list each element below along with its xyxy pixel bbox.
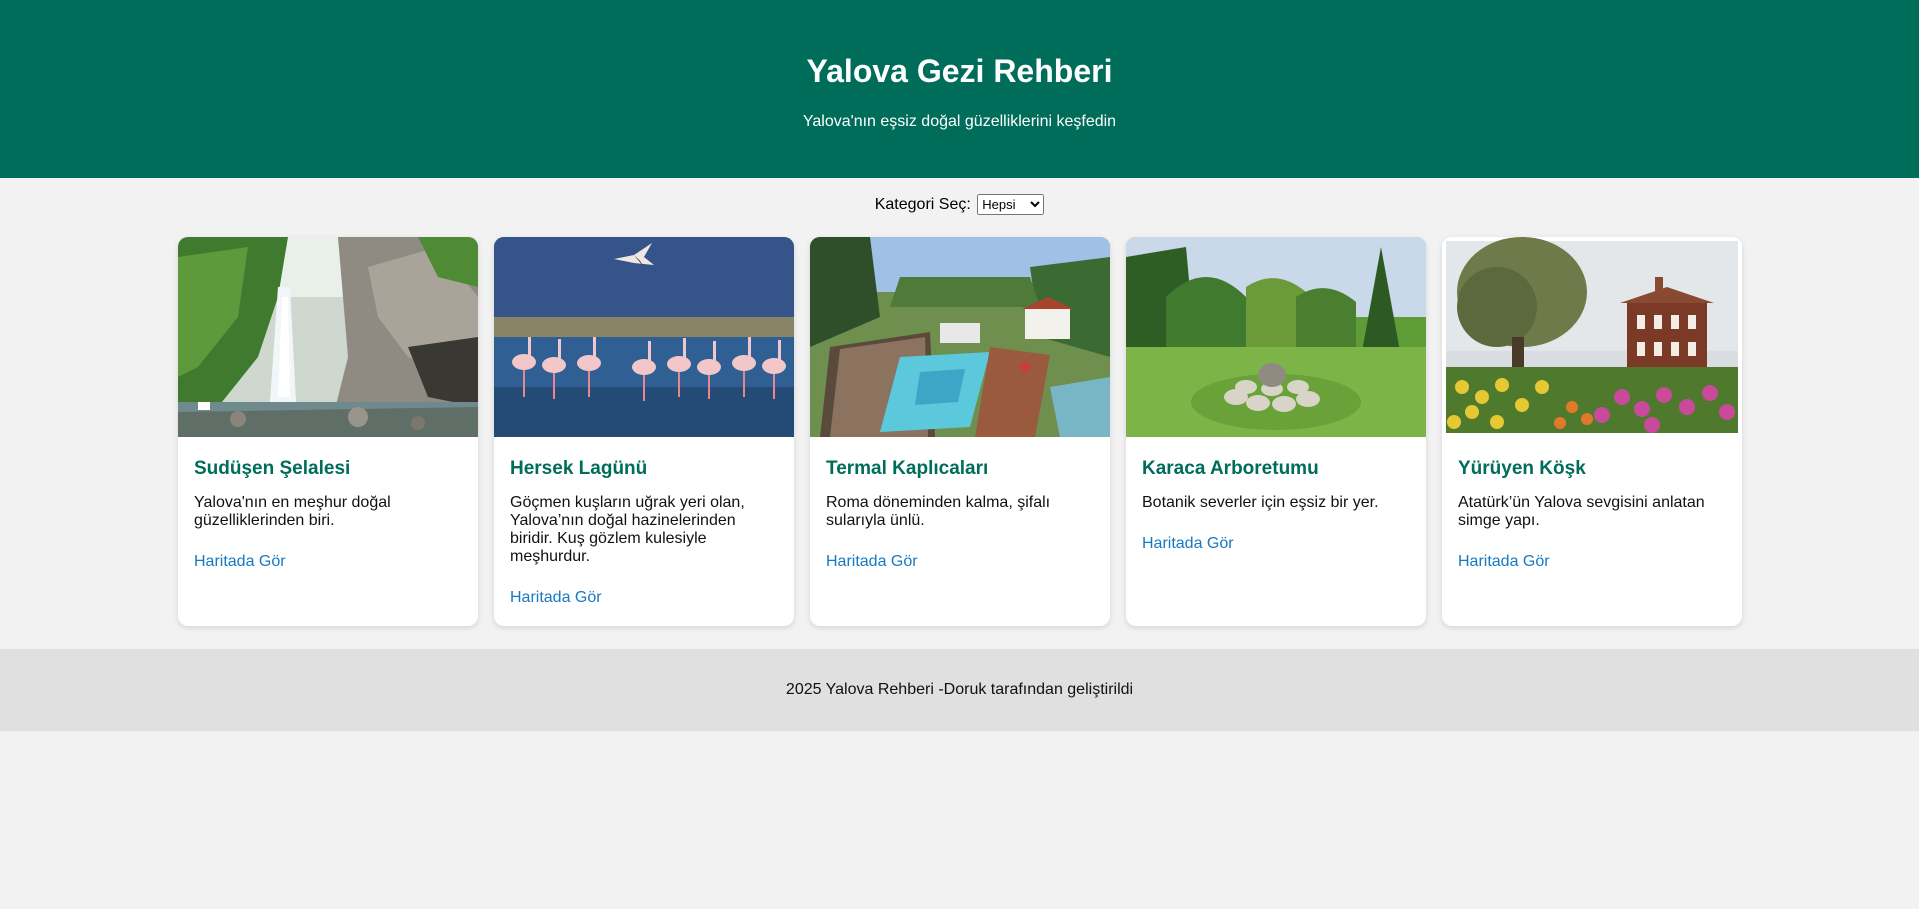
place-title: Hersek Lagünü xyxy=(510,458,648,479)
page-subtitle: Yalova'nın eşsiz doğal güzelliklerini ke… xyxy=(802,113,1117,130)
category-select[interactable]: Hepsi xyxy=(977,194,1045,216)
place-image-mansion xyxy=(1442,237,1742,437)
place-description: Roma döneminden kalma, şifalı sularıyla … xyxy=(826,494,1051,529)
page-title: Yalova Gezi Rehberi xyxy=(806,53,1113,89)
view-on-map-link[interactable]: Haritada Gör xyxy=(194,553,286,571)
place-title: Sudüşen Şelalesi xyxy=(194,458,351,479)
site-footer: 2025 Yalova Rehberi -Doruk tarafından ge… xyxy=(0,649,1919,731)
place-description: Botanik severler için eşsiz bir yer. xyxy=(1142,494,1379,511)
view-on-map-link[interactable]: Haritada Gör xyxy=(510,589,602,607)
place-card: Yürüyen Köşk Atatürk’ün Yalova sevgisini… xyxy=(1442,237,1742,626)
place-card: Sudüşen Şelalesi Yalova'nın en meşhur do… xyxy=(178,237,478,626)
place-image-arboretum xyxy=(1126,237,1426,437)
places-grid: Sudüşen Şelalesi Yalova'nın en meşhur do… xyxy=(0,237,1919,627)
place-description: Yalova'nın en meşhur doğal güzelliklerin… xyxy=(194,494,391,529)
category-filter-label: Kategori Seç: xyxy=(874,196,971,213)
category-filter: Kategori Seç: Hepsi xyxy=(0,193,1919,217)
site-header: Yalova Gezi Rehberi Yalova'nın eşsiz doğ… xyxy=(0,0,1919,178)
place-image-waterfall xyxy=(178,237,478,437)
view-on-map-link[interactable]: Haritada Gör xyxy=(826,553,918,571)
place-image-flamingos xyxy=(494,237,794,437)
place-image-thermal-pool xyxy=(810,237,1110,437)
place-card: Termal Kaplıcaları Roma döneminden kalma… xyxy=(810,237,1110,626)
place-card: Karaca Arboretumu Botanik severler için … xyxy=(1126,237,1426,626)
place-title: Yürüyen Köşk xyxy=(1458,458,1586,479)
view-on-map-link[interactable]: Haritada Gör xyxy=(1142,535,1234,553)
place-description: Göçmen kuşların uğrak yeri olan, Yalova’… xyxy=(510,494,745,565)
view-on-map-link[interactable]: Haritada Gör xyxy=(1458,553,1550,571)
place-description: Atatürk’ün Yalova sevgisini anlatan simg… xyxy=(1458,494,1705,529)
place-card: Hersek Lagünü Göçmen kuşların uğrak yeri… xyxy=(494,237,794,626)
place-title: Karaca Arboretumu xyxy=(1142,458,1319,479)
footer-text: 2025 Yalova Rehberi -Doruk tarafından ge… xyxy=(785,681,1134,698)
place-title: Termal Kaplıcaları xyxy=(826,458,989,479)
